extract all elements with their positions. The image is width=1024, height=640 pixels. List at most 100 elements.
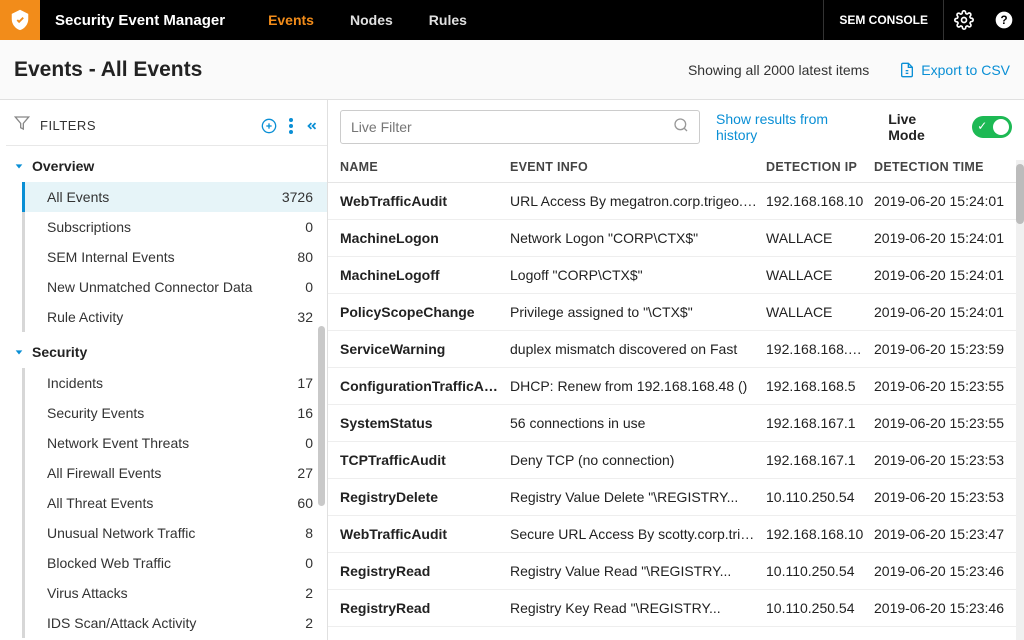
cell-ip: 192.168.168.5 bbox=[766, 378, 874, 394]
sidebar-item[interactable]: Blocked Web Traffic0 bbox=[22, 548, 327, 578]
cell-ip: 192.168.168.204 bbox=[766, 341, 874, 357]
cell-ip: 192.168.167.1 bbox=[766, 452, 874, 468]
more-options-icon[interactable] bbox=[289, 118, 293, 134]
table-row[interactable]: PolicyScopeChangePrivilege assigned to "… bbox=[328, 294, 1024, 331]
sidebar-item[interactable]: All Firewall Events27 bbox=[22, 458, 327, 488]
collapse-sidebar-icon[interactable] bbox=[305, 119, 319, 133]
cell-name: SystemStatus bbox=[340, 415, 510, 431]
settings-icon[interactable] bbox=[944, 0, 984, 40]
table-row[interactable]: WebTrafficAuditSecure URL Access By scot… bbox=[328, 516, 1024, 553]
cell-info: Registry Key Read "\REGISTRY... bbox=[510, 600, 766, 616]
search-icon[interactable] bbox=[673, 117, 689, 138]
sidebar-item-count: 0 bbox=[305, 555, 313, 571]
cell-time: 2019-06-20 15:24:01 bbox=[874, 193, 1012, 209]
table-row[interactable]: ConfigurationTrafficAuditDHCP: Renew fro… bbox=[328, 368, 1024, 405]
sidebar-item-label: IDS Scan/Attack Activity bbox=[47, 615, 305, 631]
table-row[interactable]: RegistryReadRegistry Key Read "\REGISTRY… bbox=[328, 590, 1024, 627]
sidebar-item[interactable]: IDS Scan/Attack Activity2 bbox=[22, 608, 327, 638]
sidebar-item-count: 0 bbox=[305, 219, 313, 235]
cell-ip: WALLACE bbox=[766, 267, 874, 283]
live-mode-toggle[interactable]: ✓ bbox=[972, 116, 1012, 138]
cell-ip: 10.110.250.54 bbox=[766, 600, 874, 616]
sidebar-item[interactable]: Network Event Threats0 bbox=[22, 428, 327, 458]
filters-label: FILTERS bbox=[40, 118, 96, 133]
table-row[interactable]: MachineLogonNetwork Logon "CORP\CTX$"WAL… bbox=[328, 220, 1024, 257]
table-row[interactable]: RegistryReadRegistry Value Read "\REGIST… bbox=[328, 553, 1024, 590]
table-row[interactable]: MachineLogoffLogoff "CORP\CTX$"WALLACE20… bbox=[328, 257, 1024, 294]
cell-ip: 192.168.168.10 bbox=[766, 193, 874, 209]
export-csv-button[interactable]: Export to CSV bbox=[899, 62, 1010, 78]
sem-console-button[interactable]: SEM CONSOLE bbox=[823, 0, 944, 40]
cell-time: 2019-06-20 15:23:46 bbox=[874, 600, 1012, 616]
cell-ip: WALLACE bbox=[766, 304, 874, 320]
sidebar-item[interactable]: SEM Internal Events80 bbox=[22, 242, 327, 272]
section-overview[interactable]: Overview bbox=[10, 146, 327, 182]
sidebar-item-label: SEM Internal Events bbox=[47, 249, 297, 265]
cell-ip: 10.110.250.54 bbox=[766, 563, 874, 579]
nav-rules[interactable]: Rules bbox=[411, 0, 485, 40]
table-row[interactable]: WebTrafficAuditURL Access By megatron.co… bbox=[328, 183, 1024, 220]
cell-name: RegistryRead bbox=[340, 600, 510, 616]
cell-name: PolicyScopeChange bbox=[340, 304, 510, 320]
live-filter-field[interactable] bbox=[351, 119, 673, 135]
page-title: Events - All Events bbox=[14, 58, 202, 82]
sidebar-item-label: New Unmatched Connector Data bbox=[47, 279, 305, 295]
col-time[interactable]: DETECTION TIME bbox=[874, 160, 1012, 174]
sidebar-item-count: 16 bbox=[297, 405, 313, 421]
cell-time: 2019-06-20 15:23:59 bbox=[874, 341, 1012, 357]
table-row[interactable]: ServiceWarningduplex mismatch discovered… bbox=[328, 331, 1024, 368]
sidebar-item[interactable]: Unusual Network Traffic8 bbox=[22, 518, 327, 548]
sidebar-item-count: 17 bbox=[297, 375, 313, 391]
table-row[interactable]: TCPTrafficAuditDeny TCP (no connection)1… bbox=[328, 442, 1024, 479]
cell-info: DHCP: Renew from 192.168.168.48 () bbox=[510, 378, 766, 394]
sidebar-item-label: Security Events bbox=[47, 405, 297, 421]
cell-name: TCPTrafficAudit bbox=[340, 452, 510, 468]
cell-name: RegistryDelete bbox=[340, 489, 510, 505]
sidebar-item-count: 3726 bbox=[282, 189, 313, 205]
sidebar-item-count: 2 bbox=[305, 615, 313, 631]
help-icon[interactable]: ? bbox=[984, 0, 1024, 40]
content-scrollbar[interactable] bbox=[1016, 164, 1024, 224]
cell-time: 2019-06-20 15:23:55 bbox=[874, 378, 1012, 394]
cell-time: 2019-06-20 15:23:53 bbox=[874, 489, 1012, 505]
showing-count: Showing all 2000 latest items bbox=[688, 62, 869, 78]
sidebar-item[interactable]: Rule Activity32 bbox=[22, 302, 327, 332]
table-header: NAME EVENT INFO DETECTION IP DETECTION T… bbox=[328, 152, 1024, 183]
sidebar-item[interactable]: New Unmatched Connector Data0 bbox=[22, 272, 327, 302]
subheader: Events - All Events Showing all 2000 lat… bbox=[0, 40, 1024, 100]
cell-info: Registry Value Read "\REGISTRY... bbox=[510, 563, 766, 579]
sidebar-item[interactable]: Incidents17 bbox=[22, 368, 327, 398]
table-row[interactable]: RegistryDeleteRegistry Value Delete "\RE… bbox=[328, 479, 1024, 516]
add-filter-icon[interactable] bbox=[261, 118, 277, 134]
sidebar-item-label: Subscriptions bbox=[47, 219, 305, 235]
sidebar-item-label: Virus Attacks bbox=[47, 585, 305, 601]
cell-info: URL Access By megatron.corp.trigeo.com bbox=[510, 193, 766, 209]
nav-nodes[interactable]: Nodes bbox=[332, 0, 411, 40]
filter-icon bbox=[14, 115, 30, 136]
svg-text:?: ? bbox=[1000, 14, 1007, 27]
col-info[interactable]: EVENT INFO bbox=[510, 160, 766, 174]
events-content: Show results from history Live Mode ✓ NA… bbox=[328, 100, 1024, 640]
sidebar-item-count: 80 bbox=[297, 249, 313, 265]
filters-sidebar: FILTERS Overview All Events3726Subscript… bbox=[0, 100, 328, 640]
nav-events[interactable]: Events bbox=[250, 0, 332, 40]
show-history-link[interactable]: Show results from history bbox=[716, 111, 872, 143]
sidebar-item[interactable]: Security Events16 bbox=[22, 398, 327, 428]
col-name[interactable]: NAME bbox=[340, 160, 510, 174]
sidebar-item[interactable]: All Threat Events60 bbox=[22, 488, 327, 518]
cell-ip: 192.168.168.10 bbox=[766, 526, 874, 542]
sidebar-item-label: All Firewall Events bbox=[47, 465, 297, 481]
sidebar-item[interactable]: All Events3726 bbox=[22, 182, 327, 212]
cell-time: 2019-06-20 15:24:01 bbox=[874, 304, 1012, 320]
cell-ip: 10.110.250.54 bbox=[766, 489, 874, 505]
cell-time: 2019-06-20 15:23:46 bbox=[874, 563, 1012, 579]
col-ip[interactable]: DETECTION IP bbox=[766, 160, 874, 174]
live-mode-label: Live Mode bbox=[888, 111, 956, 143]
sidebar-item[interactable]: Subscriptions0 bbox=[22, 212, 327, 242]
table-row[interactable]: SystemStatus56 connections in use192.168… bbox=[328, 405, 1024, 442]
live-filter-input[interactable] bbox=[340, 110, 700, 144]
sidebar-item[interactable]: Virus Attacks2 bbox=[22, 578, 327, 608]
section-security[interactable]: Security bbox=[10, 332, 327, 368]
sidebar-item-count: 0 bbox=[305, 279, 313, 295]
sidebar-scrollbar[interactable] bbox=[318, 326, 325, 506]
